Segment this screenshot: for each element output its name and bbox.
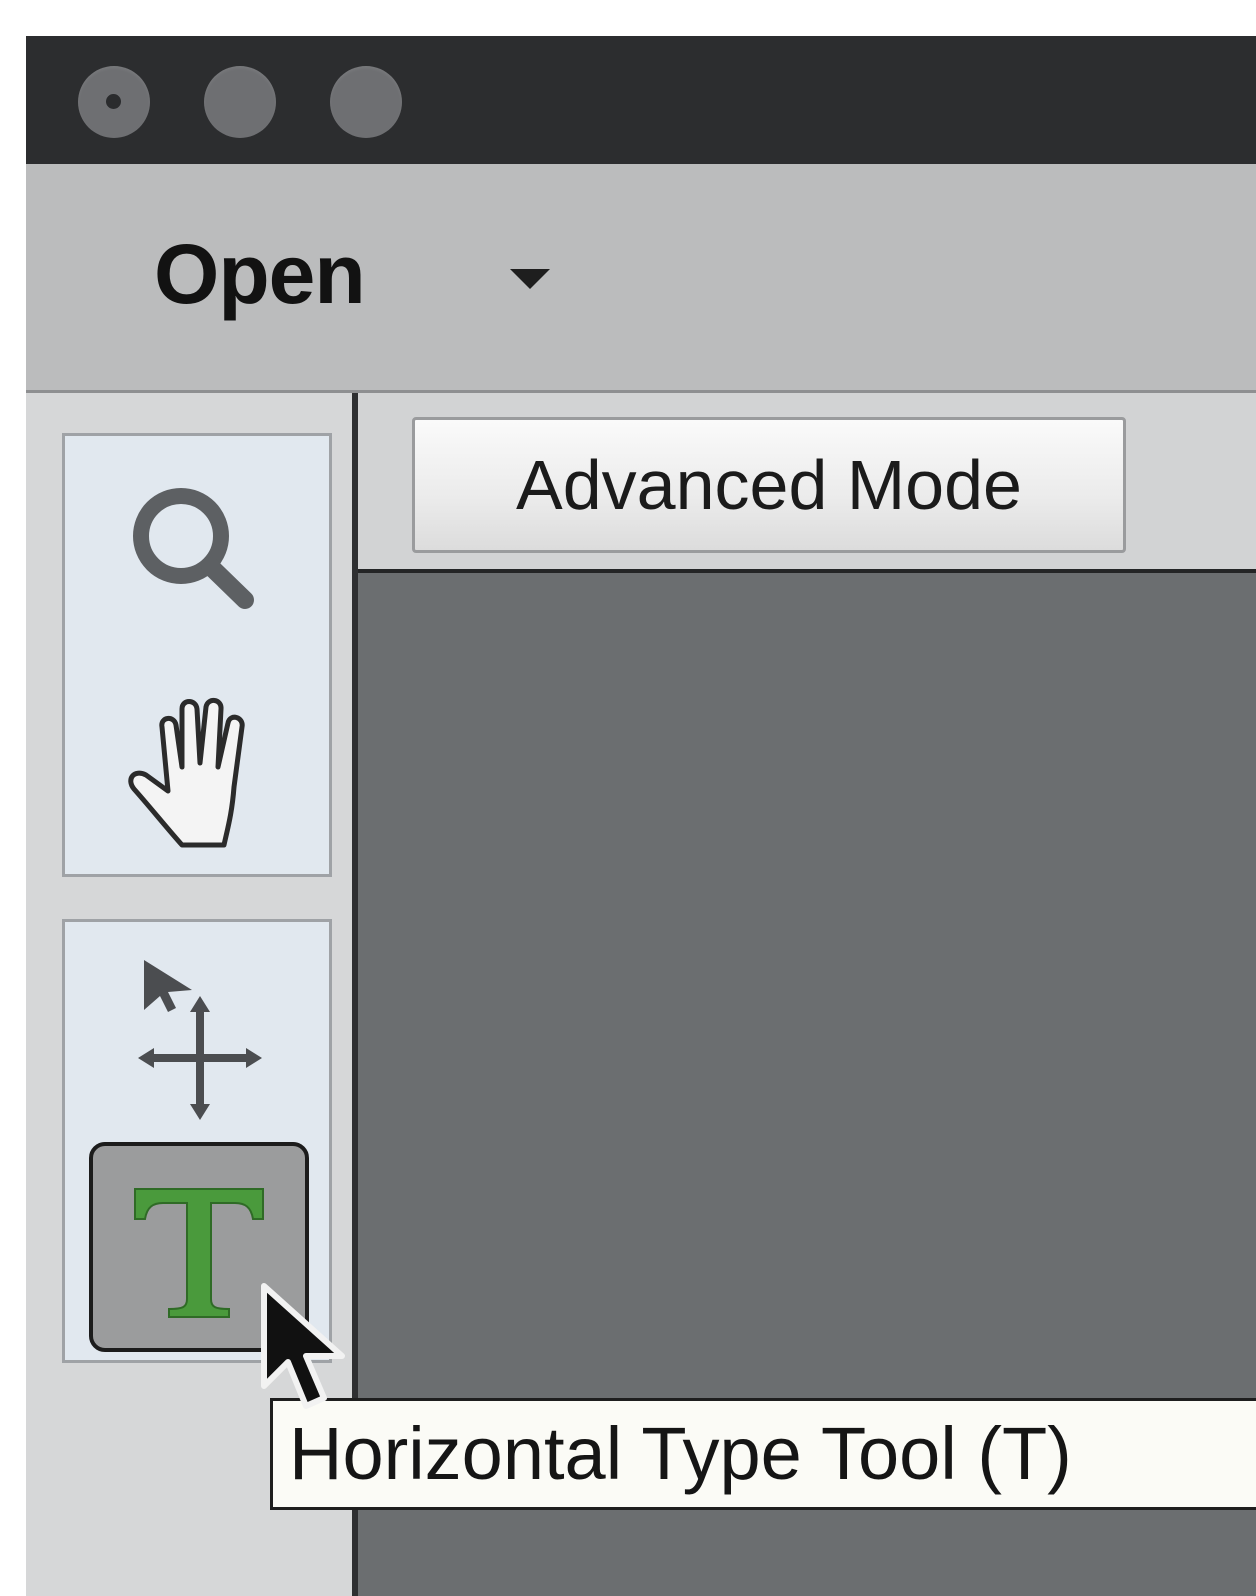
caret-down-icon[interactable] <box>510 269 550 289</box>
zoom-tool-button[interactable] <box>105 464 285 640</box>
tool-tooltip: Horizontal Type Tool (T) <box>270 1398 1256 1510</box>
move-tool-button[interactable] <box>105 944 295 1124</box>
magnifier-icon <box>133 488 254 609</box>
view-tool-group <box>62 433 332 877</box>
app-window: Open Advanced Mode <box>26 36 1256 1596</box>
advanced-mode-button[interactable]: Advanced Mode <box>412 417 1126 553</box>
top-toolbar: Open <box>26 164 1256 393</box>
minimize-window-button[interactable] <box>204 66 276 138</box>
move-icon <box>138 960 262 1120</box>
hand-icon <box>128 698 245 848</box>
close-window-button[interactable] <box>78 66 150 138</box>
mode-bar: Advanced Mode <box>358 393 1256 573</box>
title-bar <box>26 36 1256 164</box>
hand-tool-button[interactable] <box>105 672 295 862</box>
open-button[interactable]: Open <box>154 226 366 323</box>
mouse-pointer-icon <box>258 1282 358 1427</box>
type-icon <box>134 1188 264 1318</box>
active-dot-icon <box>106 94 121 109</box>
zoom-window-button[interactable] <box>330 66 402 138</box>
